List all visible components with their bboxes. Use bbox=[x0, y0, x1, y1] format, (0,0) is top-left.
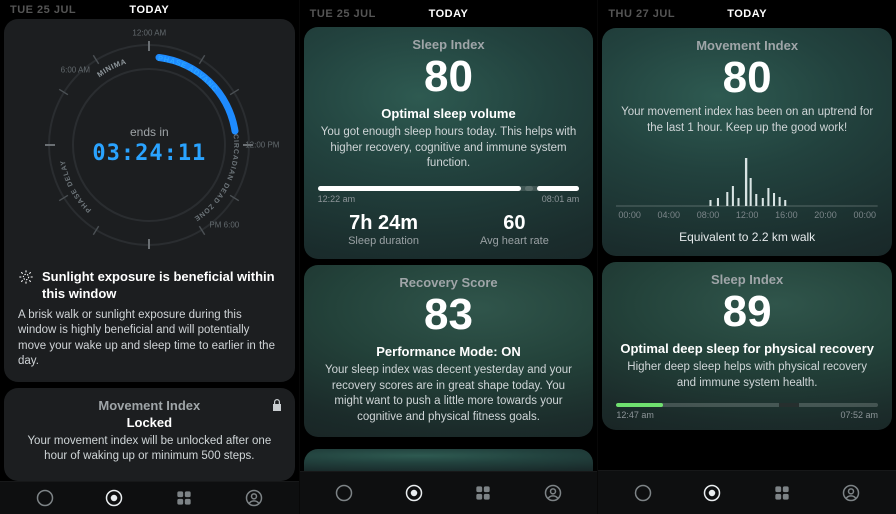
sleep-index-subtitle: Optimal sleep volume bbox=[318, 106, 580, 121]
tab-bar bbox=[598, 470, 896, 514]
avg-hr-label: Avg heart rate bbox=[480, 235, 549, 247]
tip-body: A brisk walk or sunlight exposure during… bbox=[18, 308, 281, 370]
recovery-score: 83 bbox=[318, 292, 580, 338]
spark-tick: 16:00 bbox=[775, 210, 798, 220]
recovery-score-card[interactable]: Recovery Score 83 Performance Mode: ON Y… bbox=[304, 265, 594, 437]
recovery-body: Your sleep index was decent yesterday an… bbox=[318, 363, 580, 425]
spark-tick: 08:00 bbox=[697, 210, 720, 220]
movement-index-title: Movement Index bbox=[616, 38, 878, 53]
tab-grid[interactable] bbox=[766, 477, 798, 509]
header-today[interactable]: TODAY bbox=[129, 4, 169, 16]
header-date: TUE 25 JUL bbox=[10, 4, 76, 16]
header: THU 27 JUL TODAY bbox=[598, 0, 896, 28]
spark-tick: 04:00 bbox=[658, 210, 681, 220]
sleep-index-score: 89 bbox=[616, 289, 878, 335]
movement-sparkline bbox=[616, 148, 878, 208]
header-today[interactable]: TODAY bbox=[429, 8, 469, 20]
dial-timer: 03:24:11 bbox=[92, 141, 206, 166]
tab-dial[interactable] bbox=[328, 477, 360, 509]
sleep-index-score: 80 bbox=[318, 54, 580, 100]
spark-tick: 00:00 bbox=[618, 210, 641, 220]
movement-index-locked-card[interactable]: Movement Index Locked Your movement inde… bbox=[4, 388, 295, 481]
circadian-card[interactable]: MINIMA PHASE ADVANCE CIRCADIAN DEAD ZONE… bbox=[4, 19, 295, 382]
spark-tick: 00:00 bbox=[853, 210, 876, 220]
tab-profile[interactable] bbox=[537, 477, 569, 509]
header-date: TUE 25 JUL bbox=[310, 8, 376, 20]
lock-icon bbox=[271, 398, 283, 412]
tab-grid[interactable] bbox=[467, 477, 499, 509]
spark-tick: 12:00 bbox=[736, 210, 759, 220]
sleep-duration-value: 7h 24m bbox=[348, 212, 419, 235]
sleep-index-card[interactable]: Sleep Index 80 Optimal sleep volume You … bbox=[304, 27, 594, 259]
tab-bar bbox=[300, 471, 598, 514]
header: TUE 25 JUL TODAY bbox=[300, 0, 598, 27]
sleep-progress-bar bbox=[616, 403, 878, 407]
tab-home[interactable] bbox=[98, 482, 130, 514]
sleep-range-end: 08:01 am bbox=[542, 194, 580, 204]
sleep-range-start: 12:47 am bbox=[616, 410, 654, 420]
walk-equivalent: Equivalent to 2.2 km walk bbox=[616, 230, 878, 244]
sleep-index-body: Higher deep sleep helps with physical re… bbox=[616, 360, 878, 391]
sleep-range-start: 12:22 am bbox=[318, 194, 356, 204]
sun-icon bbox=[18, 269, 34, 285]
movement-index-card[interactable]: Movement Index 80 Your movement index ha… bbox=[602, 28, 892, 256]
sleep-index-title: Sleep Index bbox=[616, 272, 878, 287]
tab-home[interactable] bbox=[398, 477, 430, 509]
spark-tick: 20:00 bbox=[814, 210, 837, 220]
movement-index-score: 80 bbox=[616, 55, 878, 101]
tab-bar bbox=[0, 481, 299, 514]
sleep-duration-label: Sleep duration bbox=[348, 235, 419, 247]
sleep-index-title: Sleep Index bbox=[318, 37, 580, 52]
movement-locked-body: Your movement index will be unlocked aft… bbox=[18, 434, 281, 465]
tab-profile[interactable] bbox=[835, 477, 867, 509]
tab-dial[interactable] bbox=[29, 482, 61, 514]
sleep-index-body: You got enough sleep hours today. This h… bbox=[318, 125, 580, 172]
movement-index-title: Movement Index bbox=[18, 398, 281, 413]
recovery-title: Recovery Score bbox=[318, 275, 580, 290]
sleep-index-subtitle: Optimal deep sleep for physical recovery bbox=[616, 341, 878, 356]
tab-profile[interactable] bbox=[238, 482, 270, 514]
next-card-peek[interactable] bbox=[304, 449, 594, 471]
header-today[interactable]: TODAY bbox=[727, 8, 767, 20]
tab-home[interactable] bbox=[696, 477, 728, 509]
sleep-range-end: 07:52 am bbox=[840, 410, 878, 420]
recovery-subtitle: Performance Mode: ON bbox=[318, 344, 580, 359]
dial-ends-label: ends in bbox=[130, 125, 169, 139]
header-date: THU 27 JUL bbox=[608, 8, 675, 20]
avg-hr-value: 60 bbox=[480, 212, 549, 235]
circadian-dial: MINIMA PHASE ADVANCE CIRCADIAN DEAD ZONE… bbox=[39, 35, 259, 255]
sleep-index-card[interactable]: Sleep Index 89 Optimal deep sleep for ph… bbox=[602, 262, 892, 430]
sleep-range-bar bbox=[318, 186, 580, 191]
movement-index-body: Your movement index has been on an uptre… bbox=[616, 105, 878, 136]
header: TUE 25 JUL TODAY bbox=[0, 0, 299, 19]
movement-locked-label: Locked bbox=[18, 415, 281, 430]
tab-grid[interactable] bbox=[168, 482, 200, 514]
tab-dial[interactable] bbox=[627, 477, 659, 509]
tip-heading: Sunlight exposure is beneficial within t… bbox=[42, 269, 281, 302]
